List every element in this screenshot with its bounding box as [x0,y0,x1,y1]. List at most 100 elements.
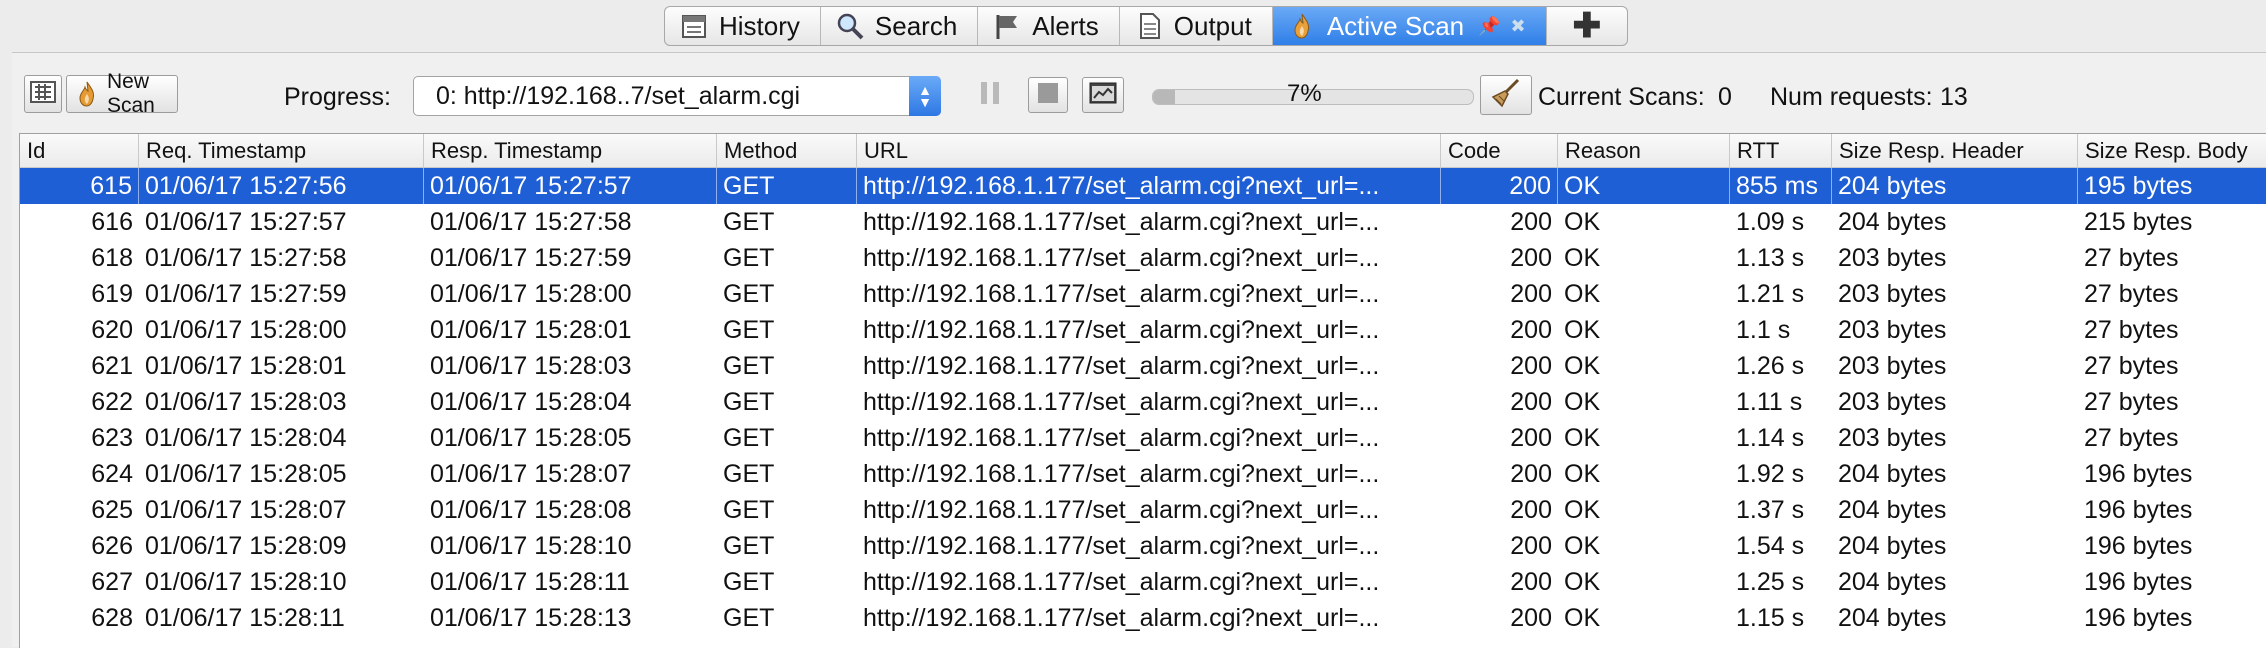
cell-reason: OK [1564,460,1601,488]
cell-id: 619 [91,280,133,308]
cell-hdr: 204 bytes [1838,208,1947,236]
active-scan-panel: New Scan Progress: 0: http://192.168..7/… [12,52,2266,648]
cell-url: http://192.168.1.177/set_alarm.cgi?next_… [863,388,1380,416]
tab-active-scan[interactable]: Active Scan 📌 ✖ [1272,7,1547,45]
column-header-rtt[interactable]: RTT [1730,134,1832,167]
cell-id: 623 [91,424,133,452]
column-header-size-resp-body[interactable]: Size Resp. Body [2078,134,2266,167]
cell-resp: 01/06/17 15:27:57 [424,168,717,204]
cell-url: http://192.168.1.177/set_alarm.cgi?next_… [857,168,1441,204]
cell-id: 625 [91,496,133,524]
cell-hdr: 204 bytes [1838,496,1947,524]
cell-code: 200 [1510,280,1552,308]
cell-url: http://192.168.1.177/set_alarm.cgi?next_… [863,208,1380,236]
table-row[interactable]: 616 01/06/17 15:27:57 01/06/17 15:27:58 GET… [20,204,2266,240]
table-row[interactable]: 623 01/06/17 15:28:04 01/06/17 15:28:05 GET… [20,420,2266,456]
cell-reason: OK [1564,316,1601,344]
cell-body: 27 bytes [2084,352,2179,380]
tab-search-label: Search [874,10,958,41]
column-header-req-timestamp[interactable]: Req. Timestamp [139,134,424,167]
cell-rtt: 1.13 s [1736,244,1805,272]
cell-resp: 01/06/17 15:28:13 [430,604,632,632]
column-header-code[interactable]: Code [1441,134,1558,167]
cell-resp: 01/06/17 15:28:03 [430,352,632,380]
clear-completed-scans-button[interactable] [1480,75,1532,115]
cell-rtt: 1.15 s [1736,604,1805,632]
new-scan-button[interactable]: New Scan [66,70,178,117]
pin-icon[interactable]: 📌 [1478,16,1500,37]
tab-output[interactable]: Output [1120,7,1273,45]
num-requests-value: 13 [1940,83,1968,111]
table-row[interactable]: 627 01/06/17 15:28:10 01/06/17 15:28:11 GET… [20,564,2266,600]
tab-history[interactable]: History [665,7,821,45]
cell-req: 01/06/17 15:27:56 [139,168,424,204]
column-header-id[interactable]: Id [20,134,139,167]
cell-method: GET [723,532,775,560]
tab-search[interactable]: Search [821,7,979,45]
plus-icon: ✚ [1572,7,1602,45]
table-row[interactable]: 628 01/06/17 15:28:11 01/06/17 15:28:13 GET… [20,600,2266,636]
column-header-reason[interactable]: Reason [1558,134,1730,167]
cell-reason: OK [1564,352,1601,380]
pause-icon [979,80,1001,111]
table-row[interactable]: 621 01/06/17 15:28:01 01/06/17 15:28:03 GET… [20,348,2266,384]
add-tab-button[interactable]: ✚ [1547,7,1627,45]
cell-rtt: 1.92 s [1736,460,1805,488]
cell-hdr: 203 bytes [1838,280,1947,308]
cell-body: 196 bytes [2084,460,2193,488]
scan-progress-details-button[interactable] [1082,77,1124,113]
cell-resp: 01/06/17 15:28:11 [430,568,630,596]
table-row[interactable]: 625 01/06/17 15:28:07 01/06/17 15:28:08 GET… [20,492,2266,528]
column-header-resp-timestamp[interactable]: Resp. Timestamp [424,134,717,167]
scan-policy-button[interactable] [24,75,62,113]
cell-reason: OK [1564,388,1601,416]
table-row[interactable]: 619 01/06/17 15:27:59 01/06/17 15:28:00 GET… [20,276,2266,312]
cell-body: 27 bytes [2084,280,2179,308]
cell-body: 196 bytes [2084,532,2193,560]
cell-req: 01/06/17 15:27:59 [145,280,347,308]
cell-code: 200 [1510,352,1552,380]
progress-scan-select[interactable]: 0: http://192.168..7/set_alarm.cgi ▲ ▼ [413,76,941,116]
cell-reason: OK [1564,568,1601,596]
column-header-url[interactable]: URL [857,134,1441,167]
close-tab-icon[interactable]: ✖ [1511,16,1526,37]
table-row[interactable]: 620 01/06/17 15:28:00 01/06/17 15:28:01 GET… [20,312,2266,348]
cell-hdr: 204 bytes [1838,532,1947,560]
cell-code: 200 [1510,424,1552,452]
tab-alerts[interactable]: Alerts [978,7,1120,45]
cell-url: http://192.168.1.177/set_alarm.cgi?next_… [863,244,1380,272]
cell-id: 627 [91,568,133,596]
stop-scan-button[interactable] [1028,77,1068,113]
column-header-method[interactable]: Method [717,134,857,167]
table-row[interactable]: 622 01/06/17 15:28:03 01/06/17 15:28:04 GET… [20,384,2266,420]
cell-url: http://192.168.1.177/set_alarm.cgi?next_… [863,532,1380,560]
cell-body: 196 bytes [2084,568,2193,596]
new-scan-label: New Scan [107,70,155,117]
cell-body: 27 bytes [2084,424,2179,452]
stop-icon [1037,82,1059,109]
cell-code: 200 [1441,168,1558,204]
table-row[interactable]: 615 01/06/17 15:27:56 01/06/17 15:27:57 GET… [20,168,2266,204]
column-header-size-resp-header[interactable]: Size Resp. Header [1832,134,2078,167]
cell-reason: OK [1564,532,1601,560]
cell-code: 200 [1510,460,1552,488]
cell-code: 200 [1510,388,1552,416]
scan-policy-icon [30,80,56,108]
search-icon [835,11,865,41]
cell-rtt: 1.09 s [1736,208,1805,236]
cell-id: 620 [91,316,133,344]
cell-method: GET [723,280,775,308]
cell-req: 01/06/17 15:28:09 [145,532,347,560]
cell-resp: 01/06/17 15:28:00 [430,280,632,308]
table-row[interactable]: 618 01/06/17 15:27:58 01/06/17 15:27:59 GET… [20,240,2266,276]
cell-method: GET [717,168,857,204]
cell-rtt: 1.54 s [1736,532,1805,560]
cell-hdr: 204 bytes [1838,568,1947,596]
cell-id: 621 [91,352,133,380]
broom-icon [1490,77,1522,114]
pause-scan-button[interactable] [972,77,1008,113]
table-row[interactable]: 626 01/06/17 15:28:09 01/06/17 15:28:10 GET… [20,528,2266,564]
flame-icon [77,81,97,107]
table-row[interactable]: 624 01/06/17 15:28:05 01/06/17 15:28:07 GET… [20,456,2266,492]
cell-resp: 01/06/17 15:28:08 [430,496,632,524]
